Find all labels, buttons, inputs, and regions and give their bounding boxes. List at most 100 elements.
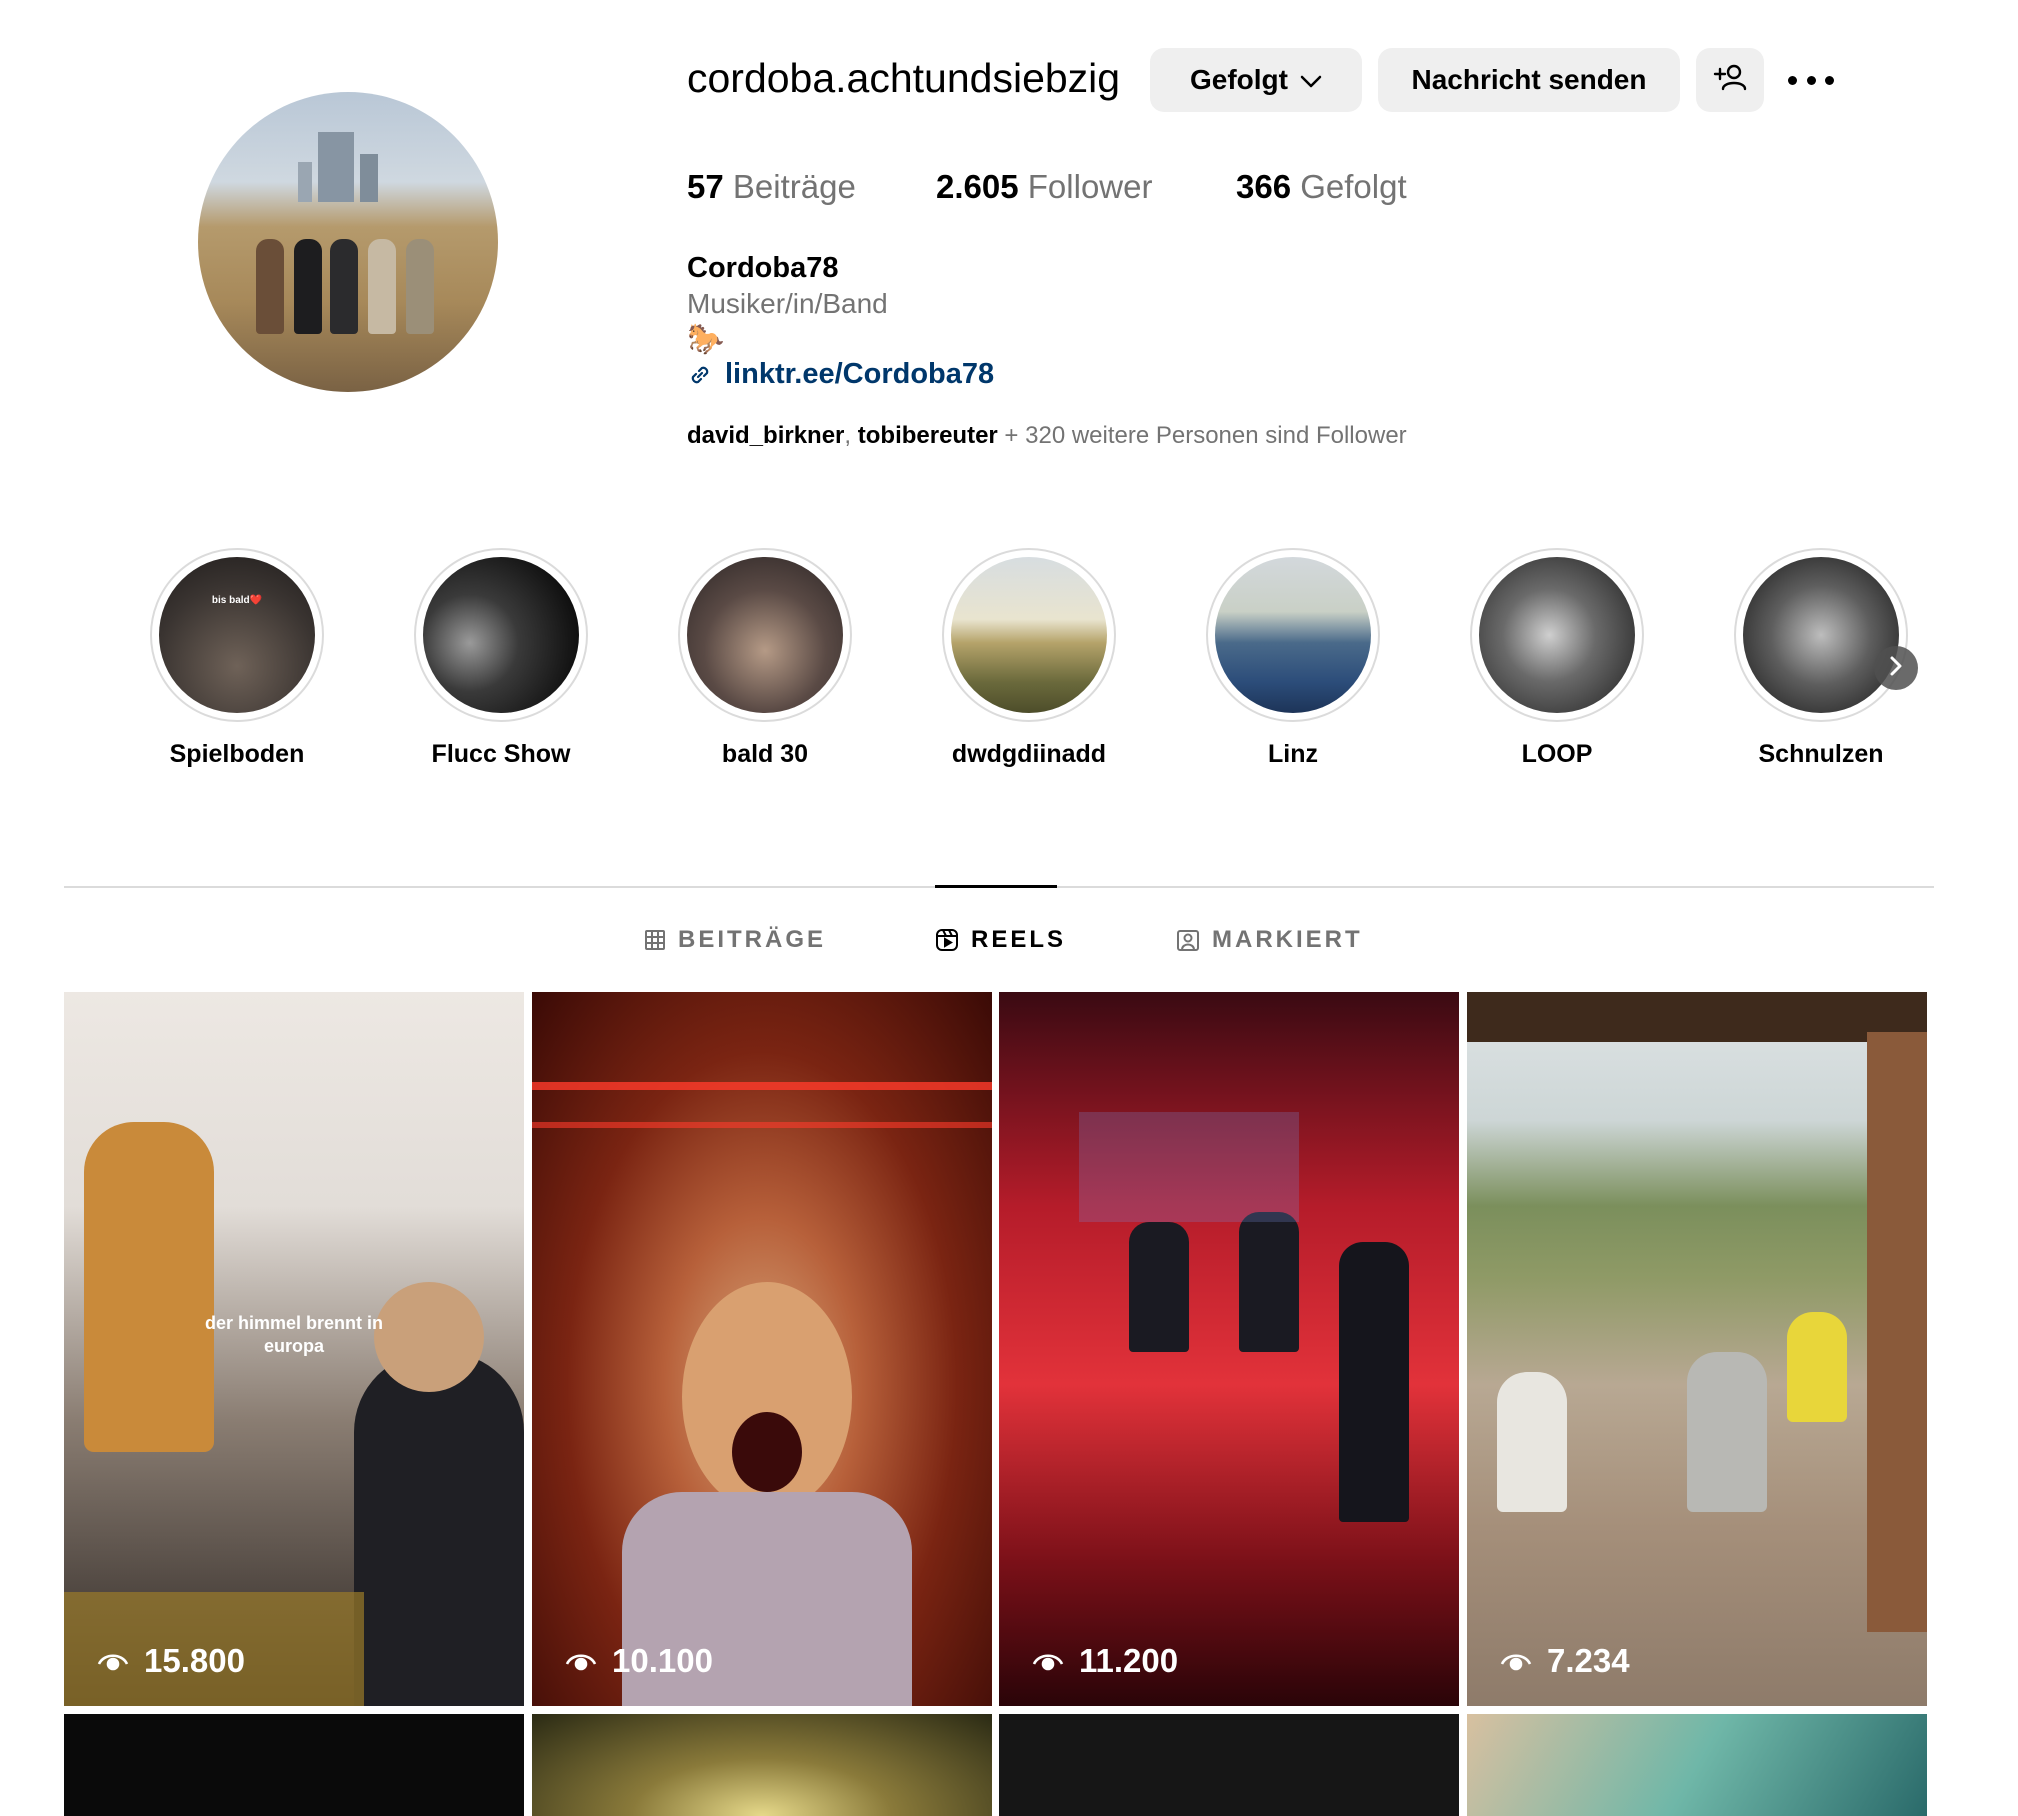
avatar-person xyxy=(256,239,284,334)
reel-tile[interactable] xyxy=(999,1714,1459,1816)
reel-pillar xyxy=(1867,1032,1927,1632)
story-highlight[interactable]: LOOP xyxy=(1469,548,1645,769)
followed-by-text[interactable]: david_birkner, tobibereuter + 320 weiter… xyxy=(687,422,1407,450)
reel-tile[interactable] xyxy=(532,1714,992,1816)
reel-figure xyxy=(1239,1212,1299,1352)
followed-by-user[interactable]: tobibereuter xyxy=(858,422,998,449)
more-options-button[interactable] xyxy=(1788,62,1834,98)
eye-icon xyxy=(564,1648,598,1674)
story-highlight[interactable]: bis bald❤️ Spielboden xyxy=(149,548,325,769)
highlight-cover xyxy=(1743,557,1899,713)
reel-figure xyxy=(1687,1352,1767,1512)
chevron-down-icon xyxy=(1300,64,1322,96)
bio-emoji: 🐎 xyxy=(687,323,725,356)
highlight-ring xyxy=(1734,548,1908,722)
highlight-label: Spielboden xyxy=(169,740,305,768)
highlight-label: dwdgdiinadd xyxy=(951,740,1107,768)
reel-figure xyxy=(84,1122,214,1452)
reel-tile[interactable] xyxy=(64,1714,524,1816)
following-count-stat[interactable]: 366 Gefolgt xyxy=(1236,168,1407,206)
reel-tile[interactable] xyxy=(1467,1714,1927,1816)
add-user-button[interactable] xyxy=(1696,48,1764,112)
profile-avatar[interactable] xyxy=(198,92,498,392)
send-message-button[interactable]: Nachricht senden xyxy=(1378,48,1680,112)
reel-views-count: 15.800 xyxy=(144,1642,245,1679)
highlight-cover xyxy=(1479,557,1635,713)
reel-overlay-line: europa xyxy=(263,1336,324,1356)
more-icon-dot xyxy=(1806,75,1816,85)
tab-posts-label: BEITRÄGE xyxy=(678,926,827,953)
tab-reels[interactable]: REELS xyxy=(935,925,1066,955)
highlights-next-button[interactable] xyxy=(1874,646,1918,690)
profile-full-name: Cordoba78 xyxy=(687,252,839,284)
profile-link-text: linktr.ee/Cordoba78 xyxy=(725,358,995,390)
following-button[interactable]: Gefolgt xyxy=(1150,48,1362,112)
eye-icon xyxy=(96,1648,130,1674)
reel-figure xyxy=(732,1412,802,1492)
tab-posts[interactable]: BEITRÄGE xyxy=(644,925,826,955)
avatar-building xyxy=(298,162,312,202)
eye-icon xyxy=(1031,1648,1065,1674)
followers-count: 2.605 xyxy=(936,168,1019,205)
highlight-cover: bis bald❤️ xyxy=(159,557,315,713)
followers-label: Follower xyxy=(1027,168,1153,205)
more-icon xyxy=(1788,75,1797,85)
reel-roof xyxy=(1467,992,1927,1042)
highlight-cover xyxy=(423,557,579,713)
reel-views: 10.100 xyxy=(564,1642,713,1680)
grid-icon xyxy=(644,929,666,951)
highlight-cover xyxy=(1215,557,1371,713)
reels-icon xyxy=(935,928,959,952)
reel-tile[interactable]: 7.234 xyxy=(1467,992,1927,1706)
reel-tile[interactable]: 10.100 xyxy=(532,992,992,1706)
highlight-ring xyxy=(678,548,852,722)
story-highlight[interactable]: dwdgdiinadd xyxy=(941,548,1117,769)
reel-figure xyxy=(354,1352,524,1706)
more-icon-dot xyxy=(1825,75,1834,85)
followed-by-separator: , xyxy=(844,422,858,449)
avatar-building xyxy=(360,154,378,202)
reel-views-count: 11.200 xyxy=(1079,1642,1179,1679)
avatar-person xyxy=(330,239,358,334)
profile-username: cordoba.achtundsiebzig xyxy=(687,55,1121,101)
profile-category: Musiker/in/Band xyxy=(687,288,888,319)
reel-views: 7.234 xyxy=(1499,1642,1630,1680)
reel-views: 15.800 xyxy=(96,1642,245,1680)
reel-figure xyxy=(1497,1372,1567,1512)
reel-overlay-text: der himmel brennt in europa xyxy=(64,1312,524,1358)
avatar-person xyxy=(294,239,322,334)
highlight-label: bald 30 xyxy=(721,740,809,768)
avatar-building xyxy=(318,132,354,202)
highlight-ring xyxy=(414,548,588,722)
reel-tile[interactable]: der himmel brennt in europa 15.800 xyxy=(64,992,524,1706)
reel-views-count: 7.234 xyxy=(1547,1642,1630,1679)
add-user-icon xyxy=(1713,62,1747,99)
reel-backdrop xyxy=(1079,1112,1299,1222)
tab-tagged[interactable]: MARKIERT xyxy=(1176,925,1363,955)
highlight-label: Schnulzen xyxy=(1758,740,1884,768)
reel-overlay-line: der himmel brennt in xyxy=(204,1313,384,1333)
posts-count-stat: 57 Beiträge xyxy=(687,168,856,206)
highlight-cover xyxy=(687,557,843,713)
following-button-label: Gefolgt xyxy=(1190,64,1288,95)
story-highlight[interactable]: Flucc Show xyxy=(413,548,589,769)
reel-figure xyxy=(1339,1242,1409,1522)
profile-link[interactable]: linktr.ee/Cordoba78 xyxy=(687,358,994,391)
reel-tile[interactable]: 11.200 xyxy=(999,992,1459,1706)
avatar-person xyxy=(368,239,396,334)
followed-by-more: + 320 weitere Personen sind Follower xyxy=(997,422,1407,449)
story-highlight[interactable]: bald 30 xyxy=(677,548,853,769)
highlight-label: LOOP xyxy=(1521,740,1593,768)
highlight-label: Linz xyxy=(1268,740,1318,768)
posts-label: Beiträge xyxy=(732,168,856,205)
posts-count: 57 xyxy=(687,168,724,205)
eye-icon xyxy=(1499,1648,1533,1674)
followers-count-stat[interactable]: 2.605 Follower xyxy=(936,168,1152,206)
reel-views-count: 10.100 xyxy=(612,1642,713,1679)
story-highlight[interactable]: Linz xyxy=(1205,548,1381,769)
reel-views: 11.200 xyxy=(1031,1642,1178,1680)
reel-light-beam xyxy=(532,1122,992,1128)
followed-by-user[interactable]: david_birkner xyxy=(687,422,844,449)
following-label: Gefolgt xyxy=(1300,168,1407,205)
tab-tagged-label: MARKIERT xyxy=(1212,926,1363,953)
